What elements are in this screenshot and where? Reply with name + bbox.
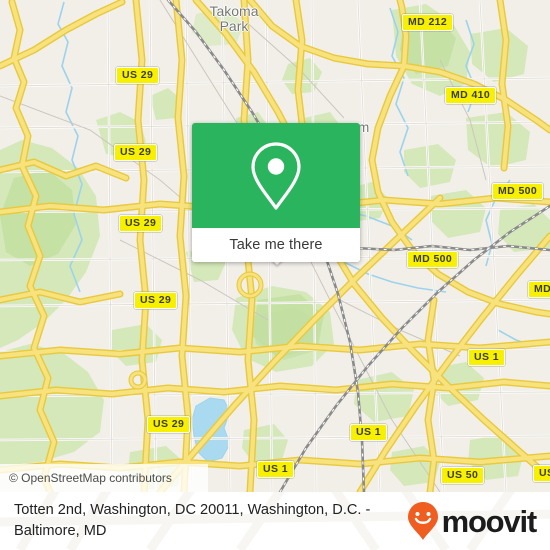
- route-shield-us-1-c[interactable]: US 1: [257, 461, 294, 478]
- route-shield-md-410[interactable]: MD 410: [445, 87, 497, 104]
- route-shield-us-1-a[interactable]: US 1: [468, 349, 505, 366]
- route-shield-us-1-b[interactable]: US 1: [350, 424, 387, 441]
- screenshot-root: Takoma Park m MD 212 US 29 MD 410 US 29 …: [0, 0, 550, 550]
- map-attribution: © OpenStreetMap contributors: [0, 464, 208, 492]
- route-shield-md-500-b[interactable]: MD 500: [407, 251, 459, 268]
- route-shield-us-29-a[interactable]: US 29: [116, 67, 160, 84]
- route-shield-us-29-c[interactable]: US 29: [119, 215, 163, 232]
- moovit-smiley-pin-icon: [407, 502, 438, 540]
- location-title: Totten 2nd, Washington, DC 20011, Washin…: [14, 502, 371, 539]
- route-shield-md-clipped[interactable]: MD: [528, 281, 550, 298]
- route-shield-us-29-b[interactable]: US 29: [114, 144, 158, 161]
- footer-bar: Totten 2nd, Washington, DC 20011, Washin…: [0, 492, 550, 550]
- route-shield-md-500-a[interactable]: MD 500: [492, 183, 544, 200]
- take-me-there-button[interactable]: Take me there: [192, 228, 360, 262]
- callout-header: [192, 123, 360, 228]
- moovit-wordmark: moovit: [441, 503, 538, 539]
- place-label-line1: Takoma: [209, 3, 259, 19]
- location-callout-card[interactable]: Take me there: [192, 123, 360, 262]
- map-pin-icon: [251, 141, 301, 210]
- route-shield-md-212[interactable]: MD 212: [402, 14, 454, 31]
- route-shield-us-29-e[interactable]: US 29: [147, 416, 191, 433]
- moovit-brand[interactable]: moovit: [407, 501, 538, 541]
- place-label-line2: Park: [219, 18, 249, 34]
- route-shield-us-29-d[interactable]: US 29: [134, 292, 178, 309]
- route-shield-us-50[interactable]: US 50: [441, 467, 485, 484]
- footer-content: Totten 2nd, Washington, DC 20011, Washin…: [0, 492, 550, 550]
- route-shield-us-clipped[interactable]: US: [533, 465, 550, 482]
- place-label-takoma-park: Takoma Park: [202, 4, 266, 34]
- attribution-text: © OpenStreetMap contributors: [9, 471, 172, 485]
